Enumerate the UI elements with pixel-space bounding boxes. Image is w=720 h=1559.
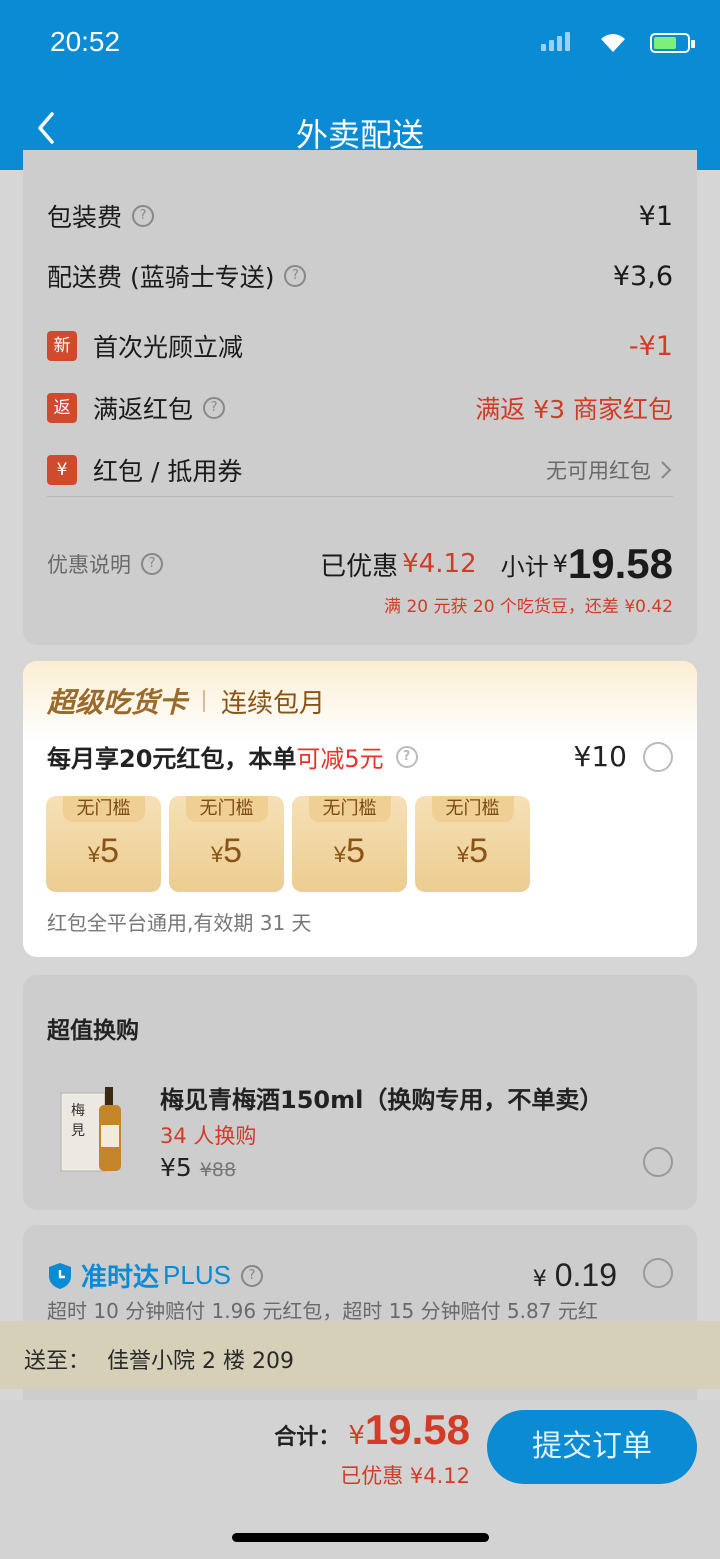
vip-coupon: 无门槛 ¥5 [292, 796, 407, 892]
product-price-row: ¥5 ¥88 [160, 1153, 236, 1182]
vip-coupon: 无门槛 ¥5 [415, 796, 530, 892]
vip-card-title: 超级吃货卡 连续包月 [47, 681, 325, 721]
footer-saved: 已优惠 ¥4.12 [340, 1464, 470, 1488]
first-visit-value: -¥1 [628, 330, 673, 362]
exchange-title: 超值换购 [47, 1018, 139, 1044]
ontime-price: 0.19 [554, 1257, 617, 1293]
ontime-price-row: ¥ 0.19 [533, 1257, 617, 1294]
address-value: 佳誉小院 2 楼 209 [107, 1349, 294, 1374]
discount-desc-label[interactable]: 优惠说明 [47, 549, 131, 579]
bottom-bar: 合计： ¥ 19.58 已优惠 ¥4.12 提交订单 [0, 1400, 720, 1559]
total-currency: ¥ [348, 1421, 365, 1451]
subtotal-value: 19.58 [567, 540, 673, 587]
vip-footnote: 红包全平台通用,有效期 31 天 [47, 911, 312, 935]
vip-coupon: 无门槛 ¥5 [169, 796, 284, 892]
product-original-price: ¥88 [199, 1159, 237, 1181]
signal-icon [541, 32, 570, 51]
status-bar: 20:52 [0, 0, 720, 90]
subtotal-label: 小计 [500, 552, 549, 581]
ontime-brand: 准时达 [81, 1263, 160, 1293]
svg-text:梅: 梅 [71, 1103, 85, 1119]
packaging-fee-label: 包装费 [47, 203, 123, 232]
new-badge-icon: 新 [47, 331, 77, 361]
vip-offer-text: 每月享20元红包，本单 [47, 745, 297, 773]
vip-select-radio[interactable] [643, 741, 673, 772]
vip-brand: 超级吃货卡 [47, 686, 188, 719]
shield-clock-icon [49, 1262, 71, 1289]
help-icon[interactable]: ? [141, 553, 163, 575]
total-label: 合计： [274, 1425, 341, 1450]
help-icon[interactable]: ? [395, 745, 418, 768]
coupon-badge-icon: ¥ [47, 455, 77, 485]
coupon-label: 红包 / 抵用券 [93, 457, 243, 486]
ontime-title: 准时达 PLUS ? [47, 1257, 263, 1294]
saved-label: 已优惠 [320, 551, 399, 582]
total-row: 合计： ¥ 19.58 [274, 1406, 470, 1454]
vip-offer-highlight: 可减5元 [296, 745, 384, 773]
help-icon[interactable]: ? [203, 397, 226, 419]
product-price: ¥5 [160, 1153, 192, 1182]
return-badge-icon: 返 [47, 393, 77, 423]
product-exchange-count: 34 人换购 [160, 1124, 257, 1148]
wifi-icon [601, 34, 625, 52]
ontime-price-currency: ¥ [532, 1267, 547, 1292]
svg-text:見: 見 [71, 1123, 85, 1139]
cashback-label: 满返红包 [93, 395, 194, 424]
status-time: 20:52 [50, 26, 121, 57]
submit-order-button[interactable]: 提交订单 [487, 1410, 697, 1484]
home-indicator [232, 1533, 489, 1542]
help-icon[interactable]: ? [240, 1264, 263, 1287]
battery-icon [650, 33, 695, 53]
address-label: 送至： [24, 1349, 91, 1374]
vip-card: 超级吃货卡 连续包月 每月享20元红包，本单 可减5元 ? ¥10 无门槛 ¥5… [23, 661, 697, 957]
delivery-fee-row: 配送费 (蓝骑士专送) ? ¥3,6 [47, 258, 673, 294]
delivery-fee-value: ¥3,6 [612, 260, 673, 292]
vip-offer-row[interactable]: 每月享20元红包，本单 可减5元 ? ¥10 [47, 739, 673, 774]
packaging-fee-row: 包装费 ? ¥1 [47, 198, 673, 234]
ontime-select-radio[interactable] [643, 1258, 673, 1288]
vip-coupon: 无门槛 ¥5 [46, 796, 161, 892]
total-value: 19.58 [364, 1406, 470, 1453]
divider [47, 496, 673, 497]
vip-price: ¥10 [573, 740, 627, 773]
fees-card: 包装费 ? ¥1 配送费 (蓝骑士专送) ? ¥3,6 新 首次光顾立减 -¥1… [23, 150, 697, 645]
saved-value: ¥4.12 [402, 549, 477, 579]
help-icon[interactable]: ? [132, 205, 155, 227]
delivery-fee-label: 配送费 (蓝骑士专送) [47, 263, 275, 292]
ontime-desc: 超时 10 分钟赔付 1.96 元红包，超时 15 分钟赔付 5.87 元红 [47, 1299, 598, 1323]
ontime-plus: PLUS [163, 1260, 231, 1290]
subtotal-currency: ¥ [552, 550, 568, 578]
product-image: 梅 見 [60, 1087, 121, 1172]
first-visit-row: 新 首次光顾立减 -¥1 [47, 328, 673, 364]
help-icon[interactable]: ? [284, 265, 307, 287]
product-name: 梅见青梅酒150ml（换购专用，不单卖） [160, 1086, 604, 1114]
exchange-card: 超值换购 梅 見 梅见青梅酒150ml（换购专用，不单卖） 34 人换购 ¥5 … [23, 975, 697, 1210]
summary-row: 优惠说明 ? 已优惠 ¥4.12 小计 ¥ 19.58 [47, 540, 673, 588]
product-select-radio[interactable] [643, 1147, 673, 1177]
first-visit-label: 首次光顾立减 [93, 333, 244, 362]
cashback-value: 满返 ¥3 商家红包 [475, 395, 673, 424]
coupon-row[interactable]: ¥ 红包 / 抵用券 无可用红包 [47, 452, 673, 488]
coupon-value: 无可用红包 [546, 459, 651, 483]
cashback-row[interactable]: 返 满返红包 ? 满返 ¥3 商家红包 [47, 390, 673, 426]
packaging-fee-value: ¥1 [638, 200, 673, 232]
summary-note: 满 20 元获 20 个吃货豆，还差 ¥0.42 [384, 597, 673, 617]
vip-plan: 连续包月 [221, 688, 326, 719]
address-bar[interactable]: 送至： 佳誉小院 2 楼 209 [0, 1321, 720, 1389]
chevron-right-icon [661, 461, 672, 479]
